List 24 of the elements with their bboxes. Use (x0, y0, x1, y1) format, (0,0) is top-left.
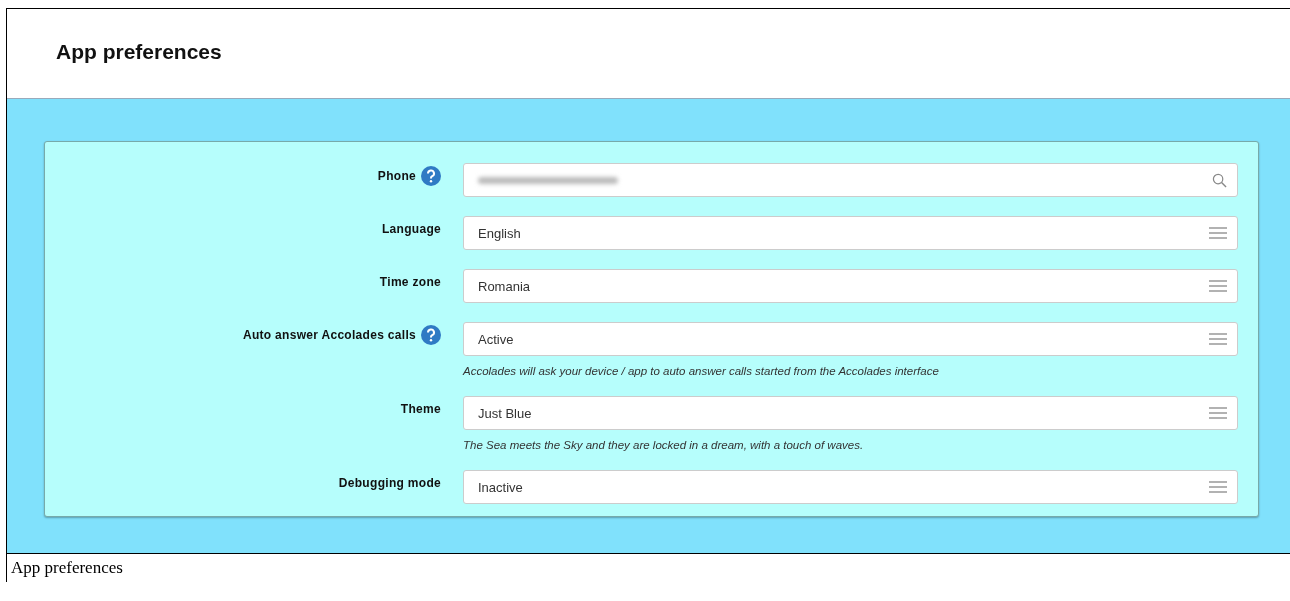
field-label: Language (381, 222, 441, 236)
menu-icon (1209, 227, 1227, 239)
menu-icon (1209, 333, 1227, 345)
menu-icon (1209, 481, 1227, 493)
search-icon (1212, 172, 1227, 188)
field-label: Phone (377, 169, 416, 183)
select-field[interactable]: Inactive (463, 470, 1238, 504)
hint-text: The Sea meets the Sky and they are locked in a dream, with a touch of waves. (463, 439, 865, 451)
select-field[interactable]: Active (463, 322, 1238, 356)
field-label: Auto answer Accolades calls (242, 328, 416, 342)
menu-icon (1209, 280, 1227, 292)
select-field[interactable]: Just Blue (463, 396, 1238, 430)
help-icon[interactable] (421, 166, 441, 186)
hint-text: Accolades will ask your device / app to auto answer calls started from the Accolades interface (463, 365, 940, 377)
caption-text: App preferences (6, 554, 1290, 582)
select-field[interactable]: English (463, 216, 1238, 250)
search-field[interactable] (463, 163, 1238, 197)
select-field[interactable]: Romania (463, 269, 1238, 303)
page-title: App preferences (56, 39, 222, 64)
field-label: Theme (400, 402, 441, 416)
field-label: Time zone (379, 275, 441, 289)
help-icon[interactable] (421, 325, 441, 345)
field-label: Debugging mode (338, 476, 441, 490)
menu-icon (1209, 407, 1227, 419)
